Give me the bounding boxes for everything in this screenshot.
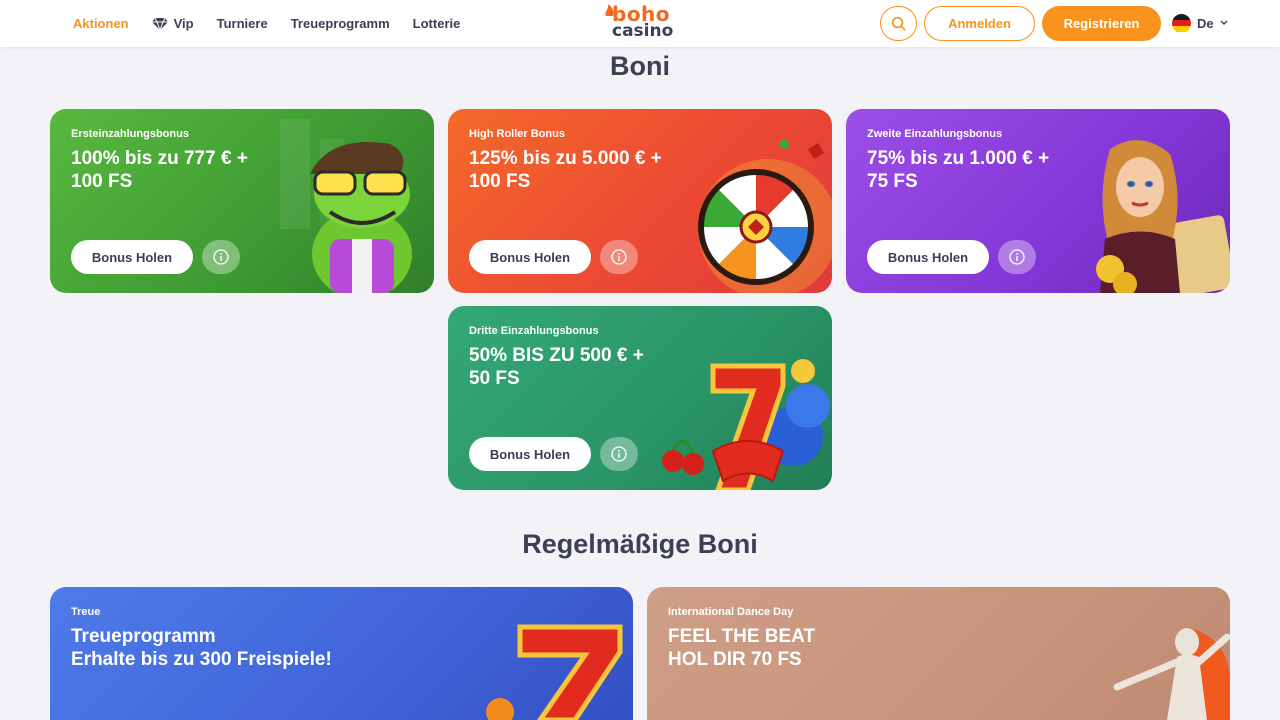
bonus-card-second-deposit: Zweite Einzahlungsbonus 75% bis zu 1.000… [846, 109, 1230, 293]
language-selector[interactable]: De [1172, 13, 1228, 33]
bonus-holen-button[interactable]: Bonus Holen [71, 240, 193, 274]
card-title-line: 100% bis zu 777 € + [71, 148, 248, 169]
top-header: Aktionen Vip Turniere Treueprogramm Lott… [0, 0, 1280, 47]
nav-item-treueprogramm[interactable]: Treueprogramm [291, 16, 390, 31]
card-title-line: 50 FS [469, 368, 520, 389]
card-title: 50% BIS ZU 500 € + 50 FS [469, 344, 709, 390]
card-title-line: 75 FS [867, 171, 918, 192]
regular-card-loyalty: Treue Treueprogramm Erhalte bis zu 300 F… [50, 587, 633, 720]
card-title-line: 125% bis zu 5.000 € + [469, 148, 662, 169]
dancer-statue-image [1113, 627, 1230, 720]
info-icon [213, 249, 229, 265]
nav-label: Vip [173, 16, 194, 31]
bonus-card-third-deposit: Dritte Einzahlungsbonus 50% BIS ZU 500 €… [448, 306, 832, 490]
nav-item-turniere[interactable]: Turniere [217, 16, 268, 31]
search-button[interactable] [880, 6, 917, 41]
nav-label: Aktionen [73, 16, 129, 31]
section-title-boni: Boni [610, 51, 670, 81]
card-title-line: Erhalte bis zu 300 Freispiele! [71, 649, 332, 670]
card-title-line: 100 FS [71, 171, 133, 192]
frog-mascot-image [310, 142, 412, 293]
card-title: 100% bis zu 777 € + 100 FS [71, 147, 311, 193]
card-title-line: HOL DIR 70 FS [668, 649, 802, 670]
info-icon [1009, 249, 1025, 265]
card-title: FEEL THE BEAT HOL DIR 70 FS [668, 625, 1068, 671]
register-button[interactable]: Registrieren [1042, 6, 1161, 41]
card-label: Ersteinzahlungsbonus [71, 128, 189, 140]
bonus-holen-button[interactable]: Bonus Holen [867, 240, 989, 274]
diamond-icon [151, 17, 168, 30]
info-icon [611, 249, 627, 265]
bonus-card-first-deposit: Ersteinzahlungsbonus 100% bis zu 777 € +… [50, 109, 434, 293]
card-title-line: Treueprogramm [71, 626, 216, 647]
bonus-holen-button[interactable]: Bonus Holen [469, 437, 591, 471]
card-label: Dritte Einzahlungsbonus [469, 325, 599, 337]
info-button[interactable] [600, 437, 638, 471]
boho-casino-logo[interactable]: boho casino [604, 2, 676, 44]
germany-flag-icon [1172, 13, 1191, 33]
nav-item-aktionen[interactable]: Aktionen [73, 16, 129, 31]
card-title-line: 75% bis zu 1.000 € + [867, 148, 1050, 169]
info-icon [611, 446, 627, 462]
nav-label: Treueprogramm [290, 16, 390, 31]
card-title-line: 100 FS [469, 171, 531, 192]
regular-card-dance-day: International Dance Day FEEL THE BEAT HO… [647, 587, 1230, 720]
logo-text-bottom: casino [612, 21, 674, 41]
card-label: Treue [71, 606, 101, 618]
nav-item-vip[interactable]: Vip [151, 16, 194, 31]
bonus-card-high-roller: High Roller Bonus 125% bis zu 5.000 € + … [448, 109, 832, 293]
login-button[interactable]: Anmelden [924, 6, 1035, 41]
nav-label: Lotterie [412, 16, 461, 31]
main-nav: Aktionen Vip Turniere Treueprogramm Lott… [73, 0, 460, 47]
bonus-holen-button[interactable]: Bonus Holen [469, 240, 591, 274]
info-button[interactable] [998, 240, 1036, 274]
card-title: Treueprogramm Erhalte bis zu 300 Freispi… [71, 625, 471, 671]
card-title-line: FEEL THE BEAT [668, 626, 816, 647]
card-label: Zweite Einzahlungsbonus [867, 128, 1003, 140]
card-title: 75% bis zu 1.000 € + 75 FS [867, 147, 1107, 193]
info-button[interactable] [202, 240, 240, 274]
card-label: High Roller Bonus [469, 128, 565, 140]
nav-label: Turniere [216, 16, 268, 31]
card-title: 125% bis zu 5.000 € + 100 FS [469, 147, 709, 193]
section-title-regular-boni: Regelmäßige Boni [522, 529, 758, 559]
info-button[interactable] [600, 240, 638, 274]
language-label: De [1197, 15, 1214, 31]
nav-item-lotterie[interactable]: Lotterie [413, 16, 461, 31]
lucky-seven-image [486, 624, 623, 720]
card-title-line: 50% BIS ZU 500 € + [469, 345, 644, 366]
card-label: International Dance Day [668, 606, 794, 618]
chevron-down-icon [1220, 20, 1228, 25]
search-icon [891, 16, 906, 31]
